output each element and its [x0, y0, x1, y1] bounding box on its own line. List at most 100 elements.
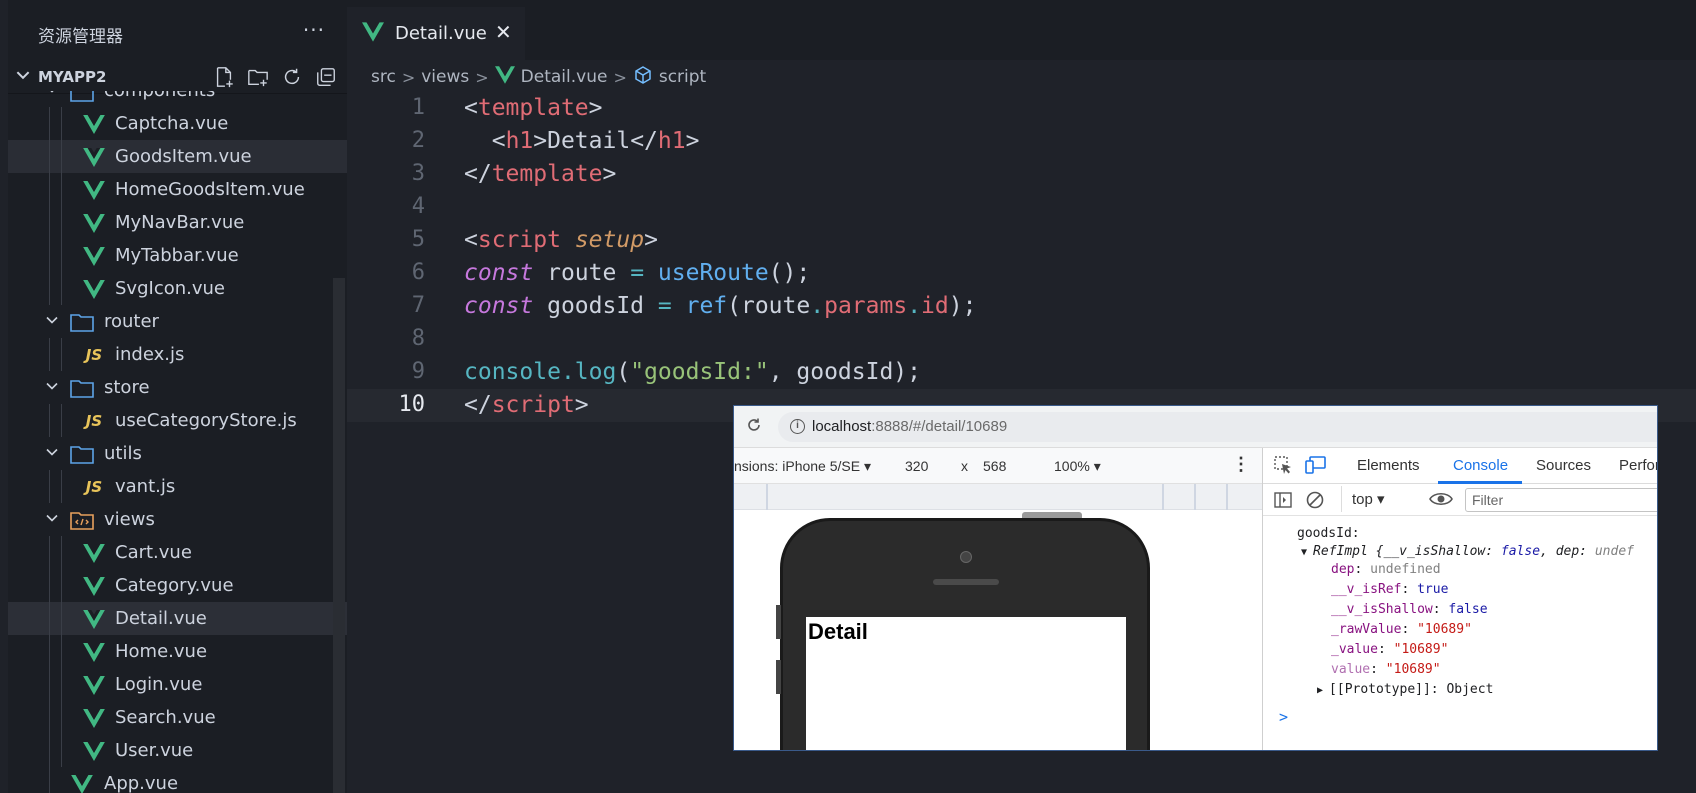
- code-line[interactable]: 6 const route = useRoute();: [347, 257, 1696, 290]
- console-filter-input[interactable]: Filter: [1465, 488, 1657, 512]
- zoom-select[interactable]: 100% ▾: [1054, 458, 1101, 475]
- tree-item-label: Search.vue: [115, 707, 216, 728]
- project-header[interactable]: MYAPP2: [8, 60, 347, 94]
- media-query-ruler: [734, 484, 1262, 510]
- tree-file[interactable]: Captcha.vue: [8, 107, 347, 140]
- vue-file-icon: [82, 609, 106, 629]
- inspect-element-icon[interactable]: [1273, 455, 1293, 479]
- code-line[interactable]: 4: [347, 191, 1696, 224]
- file-tree: components Captcha.vue GoodsItem.vue HomeGo…: [8, 91, 347, 793]
- indent-guide: [49, 635, 50, 668]
- chevron-down-icon[interactable]: [44, 91, 60, 101]
- prop-prototype[interactable]: ▶ [[Prototype]]: Object: [1317, 682, 1493, 697]
- tree-file[interactable]: MyTabbar.vue: [8, 239, 347, 272]
- sidebar-toggle-icon[interactable]: [1273, 490, 1293, 514]
- breadcrumb-views[interactable]: views: [421, 67, 469, 87]
- tree-file[interactable]: Home.vue: [8, 635, 347, 668]
- device-viewport: Detail: [734, 510, 1262, 750]
- code-text: <h1>Detail</h1>: [491, 128, 700, 154]
- tree-file[interactable]: JS vant.js: [8, 470, 347, 503]
- breadcrumb-symbol[interactable]: script: [659, 67, 706, 87]
- tree-item-label: SvgIcon.vue: [115, 278, 225, 299]
- tree-file[interactable]: Category.vue: [8, 569, 347, 602]
- tree-folder[interactable]: utils: [8, 437, 347, 470]
- tree-folder[interactable]: views: [8, 503, 347, 536]
- device-toggle-icon[interactable]: [1305, 455, 1327, 479]
- tab-performance[interactable]: Perfor: [1619, 457, 1657, 474]
- refimpl-row[interactable]: ▼ RefImpl {__v_isShallow: false, dep: un…: [1301, 544, 1634, 559]
- refresh-icon[interactable]: [279, 65, 305, 89]
- code-line[interactable]: 7 const goodsId = ref(route.params.id);: [347, 290, 1696, 323]
- tab-console[interactable]: Console: [1453, 457, 1508, 474]
- vue-file-icon: [82, 576, 106, 596]
- close-icon[interactable]: ✕: [495, 20, 512, 44]
- site-info-icon[interactable]: i: [790, 419, 805, 434]
- tree-folder[interactable]: store: [8, 371, 347, 404]
- collapse-all-icon[interactable]: [313, 65, 339, 89]
- context-select[interactable]: top ▾: [1352, 490, 1385, 508]
- tree-folder[interactable]: components: [8, 91, 347, 107]
- page-heading: Detail: [808, 619, 868, 644]
- tree-file[interactable]: MyNavBar.vue: [8, 206, 347, 239]
- explorer-scrollbar[interactable]: [333, 278, 345, 793]
- chevron-down-icon[interactable]: [44, 510, 60, 530]
- prop-value-getter[interactable]: value: "10689": [1331, 662, 1441, 677]
- indent-guide: [49, 767, 50, 793]
- width-input[interactable]: 320: [905, 458, 928, 474]
- tree-file[interactable]: Detail.vue: [8, 602, 347, 635]
- reload-icon[interactable]: [746, 417, 762, 438]
- device-select[interactable]: nsions: iPhone 5/SE ▾: [734, 458, 871, 475]
- breadcrumb-file[interactable]: Detail.vue: [521, 67, 608, 87]
- console-toolbar: top ▾ Filter: [1263, 484, 1657, 516]
- tree-item-label: HomeGoodsItem.vue: [115, 179, 305, 200]
- new-file-icon[interactable]: [211, 65, 237, 89]
- code-line[interactable]: 2 <h1>Detail</h1>: [347, 125, 1696, 158]
- chevron-down-icon[interactable]: [44, 444, 60, 464]
- height-input[interactable]: 568: [983, 458, 1006, 474]
- code-line[interactable]: 5 <script setup>: [347, 224, 1696, 257]
- breadcrumb-separator: >: [613, 67, 627, 87]
- tree-file[interactable]: Cart.vue: [8, 536, 347, 569]
- tab-detail-vue[interactable]: Detail.vue ✕: [347, 7, 525, 60]
- more-actions-icon[interactable]: ···: [303, 18, 325, 42]
- tab-sources[interactable]: Sources: [1536, 457, 1591, 474]
- breadcrumb-src[interactable]: src: [371, 67, 396, 87]
- code-line[interactable]: 1 <template>: [347, 92, 1696, 125]
- tree-folder[interactable]: router: [8, 305, 347, 338]
- folder-icon: [70, 444, 94, 464]
- indent-guide: [61, 206, 62, 239]
- code-text: const route = useRoute();: [464, 260, 811, 286]
- tab-elements[interactable]: Elements: [1357, 457, 1420, 474]
- tree-file[interactable]: HomeGoodsItem.vue: [8, 173, 347, 206]
- explorer-title: 资源管理器: [38, 27, 123, 47]
- tree-file[interactable]: SvgIcon.vue: [8, 272, 347, 305]
- code-line[interactable]: 8: [347, 323, 1696, 356]
- chevron-down-icon[interactable]: [44, 312, 60, 332]
- eye-icon[interactable]: [1429, 489, 1453, 513]
- tree-file[interactable]: GoodsItem.vue: [8, 140, 347, 173]
- chevron-down-icon[interactable]: [14, 66, 32, 88]
- prop-isshallow: __v_isShallow: false: [1331, 602, 1488, 617]
- url-input[interactable]: i localhost:8888/#/detail/10689: [778, 412, 1657, 442]
- kebab-menu-icon[interactable]: ⋮: [1232, 454, 1250, 475]
- clear-console-icon[interactable]: [1305, 490, 1325, 514]
- line-number: 5: [411, 227, 425, 252]
- tree-file[interactable]: Login.vue: [8, 668, 347, 701]
- breadcrumb-separator: >: [475, 67, 489, 87]
- code-line[interactable]: 3 </template>: [347, 158, 1696, 191]
- js-file-icon: JS: [85, 346, 103, 364]
- new-folder-icon[interactable]: [245, 65, 271, 89]
- explorer-header: 资源管理器 ···: [8, 0, 347, 66]
- tree-file[interactable]: Search.vue: [8, 701, 347, 734]
- line-number: 3: [411, 161, 425, 186]
- code-view[interactable]: 1 <template> 2 <h1>Detail</h1> 3 </templ…: [347, 92, 1696, 422]
- tree-file[interactable]: JS useCategoryStore.js: [8, 404, 347, 437]
- console-prompt[interactable]: >: [1279, 708, 1288, 726]
- phone-volume-button: [776, 660, 781, 694]
- tree-file[interactable]: App.vue: [8, 767, 347, 793]
- chevron-down-icon[interactable]: [44, 378, 60, 398]
- tree-file[interactable]: JS index.js: [8, 338, 347, 371]
- tree-file[interactable]: User.vue: [8, 734, 347, 767]
- code-text: </template>: [464, 161, 617, 187]
- code-line[interactable]: 9 console.log("goodsId:", goodsId);: [347, 356, 1696, 389]
